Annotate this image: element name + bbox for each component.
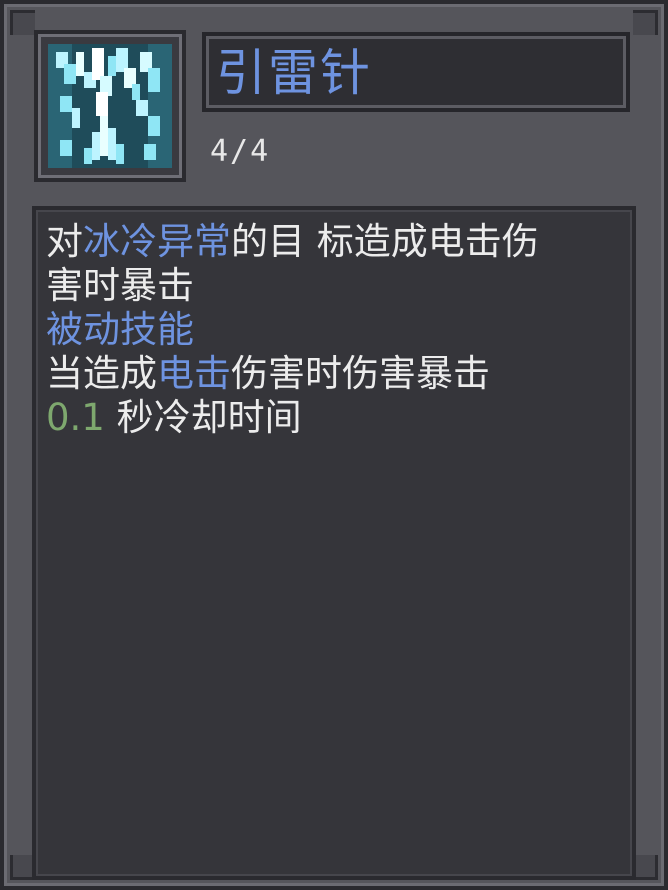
corner-decoration [633, 10, 658, 35]
description-text: 对 [46, 220, 83, 263]
skill-level: 4/4 [210, 134, 271, 169]
cooldown-value: 0.1 [46, 396, 105, 439]
description-line: 害时暴击 [46, 264, 194, 307]
skill-name: 引雷针 [216, 44, 372, 102]
lightning-skill-icon [48, 44, 172, 168]
description-text: 当造成 [46, 352, 157, 395]
cooldown-label: 秒冷却时间 [104, 396, 302, 439]
skill-description: 对冰冷异常的目 标造成电击伤 害时暴击 被动技能 当造成电击伤害时伤害暴击 0.… [46, 220, 622, 440]
corner-decoration [10, 10, 35, 35]
skill-description-panel: 对冰冷异常的目 标造成电击伤 害时暴击 被动技能 当造成电击伤害时伤害暴击 0.… [32, 206, 636, 880]
description-text: 的目 标造成电击伤 [231, 220, 539, 263]
passive-skill-label: 被动技能 [46, 308, 194, 351]
skill-title-box: 引雷针 [202, 32, 630, 112]
cooldown-line: 0.1 秒冷却时间 [46, 396, 622, 440]
description-line: 对冰冷异常的目 标造成电击伤 [46, 220, 622, 264]
corner-decoration [633, 855, 658, 880]
keyword-shock: 电击 [157, 352, 231, 395]
keyword-cold-ailment: 冰冷异常 [83, 220, 231, 263]
description-text: 伤害时伤害暴击 [231, 352, 490, 395]
skill-tooltip: 引雷针 4/4 对冰冷异常的目 标造成电击伤 害时暴击 被动技能 当造成电击伤害… [0, 0, 668, 890]
description-line: 当造成电击伤害时伤害暴击 [46, 352, 622, 396]
skill-icon-frame [34, 30, 186, 182]
